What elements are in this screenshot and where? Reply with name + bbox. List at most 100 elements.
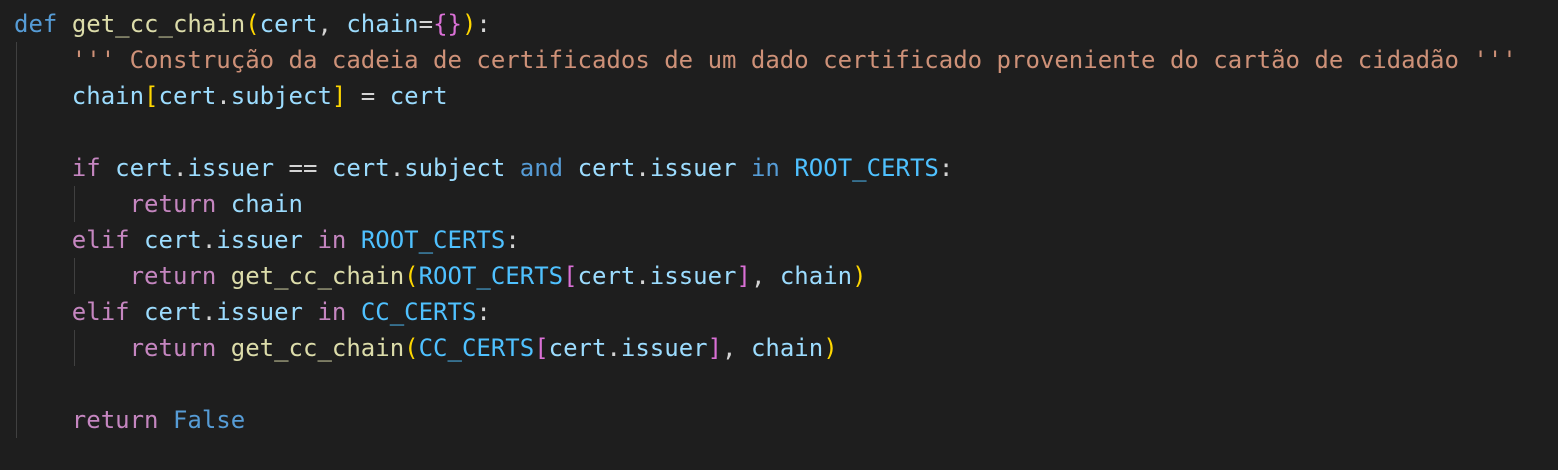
code-token: chain: [779, 262, 853, 290]
code-token: ): [823, 334, 838, 362]
code-token: subject: [404, 154, 506, 182]
code-token: (: [245, 10, 260, 38]
code-line[interactable]: chain[cert.subject] = cert: [14, 78, 1517, 114]
code-token: .: [201, 298, 217, 326]
code-token: cert: [144, 298, 202, 326]
code-token: if: [71, 154, 101, 182]
code-token: cert: [331, 154, 390, 182]
code-token: ): [461, 10, 477, 38]
code-line[interactable]: [14, 366, 1517, 402]
code-token: ]: [707, 334, 723, 362]
code-lines: def get_cc_chain(cert, chain={}): ''' Co…: [14, 6, 1517, 438]
code-token: subject: [230, 82, 332, 110]
code-token: CC_CERTS: [418, 334, 535, 362]
code-token: def: [14, 10, 58, 38]
code-token: return: [129, 334, 217, 362]
code-line[interactable]: return get_cc_chain(CC_CERTS[cert.issuer…: [14, 330, 1517, 366]
code-token: issuer: [649, 262, 737, 290]
code-token: elif: [71, 226, 130, 254]
code-token: :: [938, 154, 954, 182]
code-editor[interactable]: def get_cc_chain(cert, chain={}): ''' Co…: [0, 0, 1558, 470]
code-token: [: [144, 82, 159, 110]
code-token: ROOT_CERTS: [360, 226, 506, 254]
code-line[interactable]: elif cert.issuer in CC_CERTS:: [14, 294, 1517, 330]
code-token: CC_CERTS: [360, 298, 477, 326]
code-token: issuer: [216, 226, 303, 254]
code-line[interactable]: return chain: [14, 186, 1517, 222]
code-token: cert: [158, 82, 217, 110]
code-token: ''' Construção da cadeia de certificados…: [71, 46, 1517, 74]
code-line[interactable]: def get_cc_chain(cert, chain={}):: [14, 6, 1517, 42]
code-token: (: [404, 334, 419, 362]
code-token: .: [389, 154, 405, 182]
code-token: [: [534, 334, 549, 362]
code-token: =: [418, 10, 434, 38]
code-token: :: [476, 10, 491, 38]
code-line[interactable]: if cert.issuer == cert.subject and cert.…: [14, 150, 1517, 186]
code-token: ROOT_CERTS: [418, 262, 564, 290]
code-line[interactable]: [14, 114, 1517, 150]
code-token: ==: [274, 154, 332, 182]
code-line[interactable]: elif cert.issuer in ROOT_CERTS:: [14, 222, 1517, 258]
code-token: cert: [577, 262, 636, 290]
code-token: in: [750, 154, 780, 182]
code-token: cert: [115, 154, 173, 182]
code-token: issuer: [187, 154, 275, 182]
code-token: .: [635, 154, 650, 182]
code-token: issuer: [620, 334, 708, 362]
code-token: and: [519, 154, 564, 182]
code-token: chain: [230, 190, 303, 218]
code-line[interactable]: return get_cc_chain(ROOT_CERTS[cert.issu…: [14, 258, 1517, 294]
code-line[interactable]: return False: [14, 402, 1517, 438]
code-token: cert: [548, 334, 607, 362]
code-token: .: [172, 154, 188, 182]
code-token: return: [129, 262, 217, 290]
code-token: (: [404, 262, 419, 290]
code-token: .: [635, 262, 650, 290]
code-token: cert: [389, 82, 448, 110]
code-token: False: [172, 406, 246, 434]
code-token: ,: [750, 262, 780, 290]
code-token: ): [852, 262, 867, 290]
code-token: :: [505, 226, 520, 254]
code-token: chain: [750, 334, 824, 362]
code-token: ]: [736, 262, 751, 290]
code-token: cert: [144, 226, 202, 254]
code-token: issuer: [649, 154, 737, 182]
code-token: in: [317, 298, 347, 326]
code-line[interactable]: ''' Construção da cadeia de certificados…: [14, 42, 1517, 78]
code-token: return: [129, 190, 217, 218]
code-token: cert: [577, 154, 636, 182]
code-token: ROOT_CERTS: [794, 154, 939, 182]
code-token: ]: [331, 82, 347, 110]
code-token: .: [216, 82, 231, 110]
code-token: ,: [722, 334, 751, 362]
code-token: issuer: [216, 298, 303, 326]
code-token: [: [563, 262, 578, 290]
code-token: get_cc_chain: [230, 262, 405, 290]
code-token: get_cc_chain: [71, 10, 246, 38]
code-token: =: [346, 82, 390, 110]
